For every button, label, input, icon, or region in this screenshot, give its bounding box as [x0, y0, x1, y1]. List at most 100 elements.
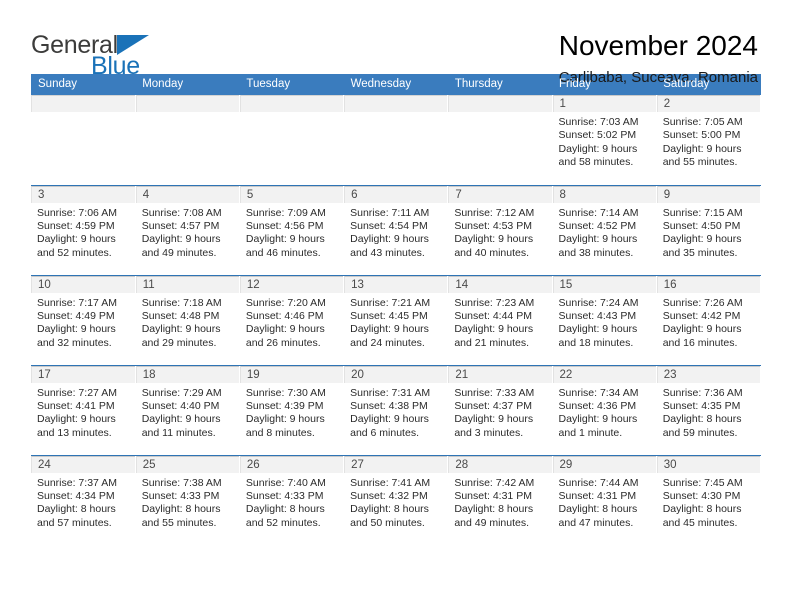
- day-number: 13: [344, 275, 448, 293]
- day-number: 9: [656, 185, 760, 203]
- day-number: 27: [344, 455, 448, 473]
- sunset-text: Sunset: 4:45 PM: [350, 309, 428, 322]
- sunrise-text: Sunrise: 7:12 AM: [454, 206, 535, 219]
- day-number: 21: [448, 365, 552, 383]
- calendar-day-cell[interactable]: 15 Sunrise: 7:24 AM Sunset: 4:43 PM Dayligh…: [552, 275, 657, 366]
- daylight-text: Daylight: 9 hours and 40 minutes.: [454, 233, 534, 259]
- calendar-day-cell[interactable]: 22 Sunrise: 7:34 AM Sunset: 4:36 PM Dayligh…: [552, 365, 657, 456]
- daylight-text: Daylight: 9 hours and 35 minutes.: [662, 233, 742, 259]
- sunset-text: Sunset: 4:57 PM: [141, 219, 220, 232]
- day-number: 23: [656, 365, 760, 383]
- sunset-text: Sunset: 4:54 PM: [350, 219, 428, 232]
- calendar-day-cell[interactable]: 25 Sunrise: 7:38 AM Sunset: 4:33 PM Dayligh…: [135, 455, 240, 545]
- daylight-text: Daylight: 9 hours and 32 minutes.: [37, 323, 116, 349]
- day-details: Sunrise: 7:33 AM Sunset: 4:37 PM Daylight:…: [448, 383, 551, 441]
- brand-name-blue: Blue: [91, 52, 140, 80]
- day-number: [344, 95, 448, 112]
- sunset-text: Sunset: 4:40 PM: [141, 399, 220, 412]
- calendar-day-cell[interactable]: 13 Sunrise: 7:21 AM Sunset: 4:45 PM Dayligh…: [343, 275, 449, 366]
- calendar-day-cell[interactable]: 17 Sunrise: 7:27 AM Sunset: 4:41 PM Dayligh…: [31, 365, 136, 456]
- day-details: Sunrise: 7:12 AM Sunset: 4:53 PM Daylight:…: [448, 203, 551, 261]
- sunset-text: Sunset: 4:48 PM: [141, 309, 220, 322]
- sunset-text: Sunset: 4:56 PM: [245, 219, 324, 232]
- sunrise-text: Sunrise: 7:05 AM: [662, 116, 743, 128]
- day-details: Sunrise: 7:11 AM Sunset: 4:54 PM Daylight:…: [344, 203, 447, 261]
- sunrise-text: Sunrise: 7:03 AM: [558, 116, 639, 128]
- calendar-cell-empty: [343, 95, 449, 186]
- calendar-week-row: 17 Sunrise: 7:27 AM Sunset: 4:41 PM Dayligh…: [31, 365, 762, 456]
- sunrise-text: Sunrise: 7:09 AM: [245, 206, 326, 219]
- sunset-text: Sunset: 4:31 PM: [558, 489, 637, 502]
- calendar-day-cell[interactable]: 18 Sunrise: 7:29 AM Sunset: 4:40 PM Dayligh…: [135, 365, 240, 456]
- calendar-day-cell[interactable]: 19 Sunrise: 7:30 AM Sunset: 4:39 PM Dayligh…: [239, 365, 345, 456]
- calendar-day-cell[interactable]: 24 Sunrise: 7:37 AM Sunset: 4:34 PM Dayligh…: [31, 455, 136, 545]
- calendar-day-cell[interactable]: 2 Sunrise: 7:05 AM Sunset: 5:00 PM Daylight…: [656, 95, 762, 186]
- calendar-day-cell[interactable]: 11 Sunrise: 7:18 AM Sunset: 4:48 PM Dayligh…: [135, 275, 240, 366]
- day-number: 30: [656, 455, 760, 473]
- day-number: 15: [552, 275, 656, 293]
- sunrise-text: Sunrise: 7:33 AM: [454, 386, 535, 399]
- calendar-day-cell[interactable]: 4 Sunrise: 7:08 AM Sunset: 4:57 PM Daylight…: [135, 185, 240, 276]
- calendar-day-cell[interactable]: 9 Sunrise: 7:15 AM Sunset: 4:50 PM Daylight…: [656, 185, 762, 276]
- day-number: 24: [31, 455, 135, 473]
- calendar-day-cell[interactable]: 26 Sunrise: 7:40 AM Sunset: 4:33 PM Dayligh…: [239, 455, 345, 545]
- sunset-text: Sunset: 4:42 PM: [662, 309, 741, 322]
- calendar-day-cell[interactable]: 10 Sunrise: 7:17 AM Sunset: 4:49 PM Dayligh…: [31, 275, 136, 366]
- daylight-text: Daylight: 9 hours and 18 minutes.: [558, 323, 638, 349]
- day-number: [31, 95, 135, 112]
- calendar-day-cell[interactable]: 6 Sunrise: 7:11 AM Sunset: 4:54 PM Daylight…: [343, 185, 449, 276]
- sunrise-text: Sunrise: 7:41 AM: [350, 476, 431, 489]
- calendar-day-cell[interactable]: 8 Sunrise: 7:14 AM Sunset: 4:52 PM Daylight…: [552, 185, 657, 276]
- day-details: Sunrise: 7:40 AM Sunset: 4:33 PM Daylight:…: [240, 473, 343, 531]
- day-details: Sunrise: 7:17 AM Sunset: 4:49 PM Daylight:…: [31, 293, 135, 351]
- daylight-text: Daylight: 9 hours and 52 minutes.: [37, 233, 116, 259]
- calendar-day-cell[interactable]: 28 Sunrise: 7:42 AM Sunset: 4:31 PM Dayligh…: [447, 455, 553, 545]
- day-details: Sunrise: 7:30 AM Sunset: 4:39 PM Daylight:…: [240, 383, 343, 441]
- day-number: 29: [552, 455, 656, 473]
- calendar-table: Sunday Monday Tuesday Wednesday Thursday…: [31, 74, 762, 545]
- calendar-day-cell[interactable]: 7 Sunrise: 7:12 AM Sunset: 4:53 PM Daylight…: [447, 185, 553, 276]
- calendar-week-row: 24 Sunrise: 7:37 AM Sunset: 4:34 PM Dayligh…: [31, 455, 762, 545]
- brand-logo[interactable]: General Blue: [31, 30, 149, 80]
- sunset-text: Sunset: 4:30 PM: [662, 489, 741, 502]
- calendar-day-cell[interactable]: 23 Sunrise: 7:36 AM Sunset: 4:35 PM Dayligh…: [656, 365, 762, 456]
- calendar-cell-empty: [31, 95, 136, 186]
- day-details: Sunrise: 7:14 AM Sunset: 4:52 PM Daylight:…: [553, 203, 656, 261]
- sunrise-text: Sunrise: 7:11 AM: [350, 206, 430, 219]
- calendar-day-cell[interactable]: 16 Sunrise: 7:26 AM Sunset: 4:42 PM Dayligh…: [656, 275, 762, 366]
- sunset-text: Sunset: 4:33 PM: [245, 489, 324, 502]
- calendar-day-cell[interactable]: 1 Sunrise: 7:03 AM Sunset: 5:02 PM Daylight…: [552, 95, 657, 186]
- calendar-cell-empty: [135, 95, 240, 186]
- daylight-text: Daylight: 9 hours and 55 minutes.: [662, 142, 742, 169]
- daylight-text: Daylight: 9 hours and 1 minute.: [558, 413, 638, 439]
- day-details: Sunrise: 7:45 AM Sunset: 4:30 PM Daylight:…: [657, 473, 760, 531]
- calendar-page: General Blue November 2024 Carlibaba, Su…: [0, 0, 792, 612]
- sunrise-text: Sunrise: 7:31 AM: [350, 386, 431, 399]
- daylight-text: Daylight: 9 hours and 13 minutes.: [37, 413, 116, 439]
- calendar-day-cell[interactable]: 14 Sunrise: 7:23 AM Sunset: 4:44 PM Dayligh…: [447, 275, 553, 366]
- day-details: Sunrise: 7:26 AM Sunset: 4:42 PM Daylight:…: [657, 293, 760, 351]
- sunrise-text: Sunrise: 7:06 AM: [37, 206, 117, 219]
- daylight-text: Daylight: 9 hours and 26 minutes.: [245, 323, 325, 349]
- sunset-text: Sunset: 4:35 PM: [662, 399, 741, 412]
- calendar-day-cell[interactable]: 21 Sunrise: 7:33 AM Sunset: 4:37 PM Dayligh…: [447, 365, 553, 456]
- calendar-day-cell[interactable]: 12 Sunrise: 7:20 AM Sunset: 4:46 PM Dayligh…: [239, 275, 345, 366]
- daylight-text: Daylight: 8 hours and 50 minutes.: [350, 503, 429, 529]
- page-header: General Blue November 2024 Carlibaba, Su…: [0, 0, 792, 86]
- day-details: Sunrise: 7:20 AM Sunset: 4:46 PM Daylight:…: [240, 293, 343, 351]
- sunset-text: Sunset: 4:34 PM: [37, 489, 115, 502]
- day-number: 10: [31, 275, 135, 293]
- calendar-day-cell[interactable]: 27 Sunrise: 7:41 AM Sunset: 4:32 PM Dayligh…: [343, 455, 449, 545]
- weekday-header-thursday: Thursday: [447, 74, 553, 95]
- calendar-day-cell[interactable]: 30 Sunrise: 7:45 AM Sunset: 4:30 PM Dayligh…: [656, 455, 762, 545]
- day-details: Sunrise: 7:23 AM Sunset: 4:44 PM Daylight:…: [448, 293, 551, 351]
- calendar-day-cell[interactable]: 20 Sunrise: 7:31 AM Sunset: 4:38 PM Dayligh…: [343, 365, 449, 456]
- sunrise-text: Sunrise: 7:40 AM: [245, 476, 326, 489]
- calendar-body: 1 Sunrise: 7:03 AM Sunset: 5:02 PM Daylight…: [31, 95, 762, 545]
- calendar-day-cell[interactable]: 5 Sunrise: 7:09 AM Sunset: 4:56 PM Daylight…: [239, 185, 345, 276]
- calendar-day-cell[interactable]: 29 Sunrise: 7:44 AM Sunset: 4:31 PM Dayligh…: [552, 455, 657, 545]
- day-number: 7: [448, 185, 552, 203]
- calendar-day-cell[interactable]: 3 Sunrise: 7:06 AM Sunset: 4:59 PM Daylight…: [31, 185, 136, 276]
- sunset-text: Sunset: 4:43 PM: [558, 309, 637, 322]
- sunset-text: Sunset: 5:00 PM: [662, 129, 741, 142]
